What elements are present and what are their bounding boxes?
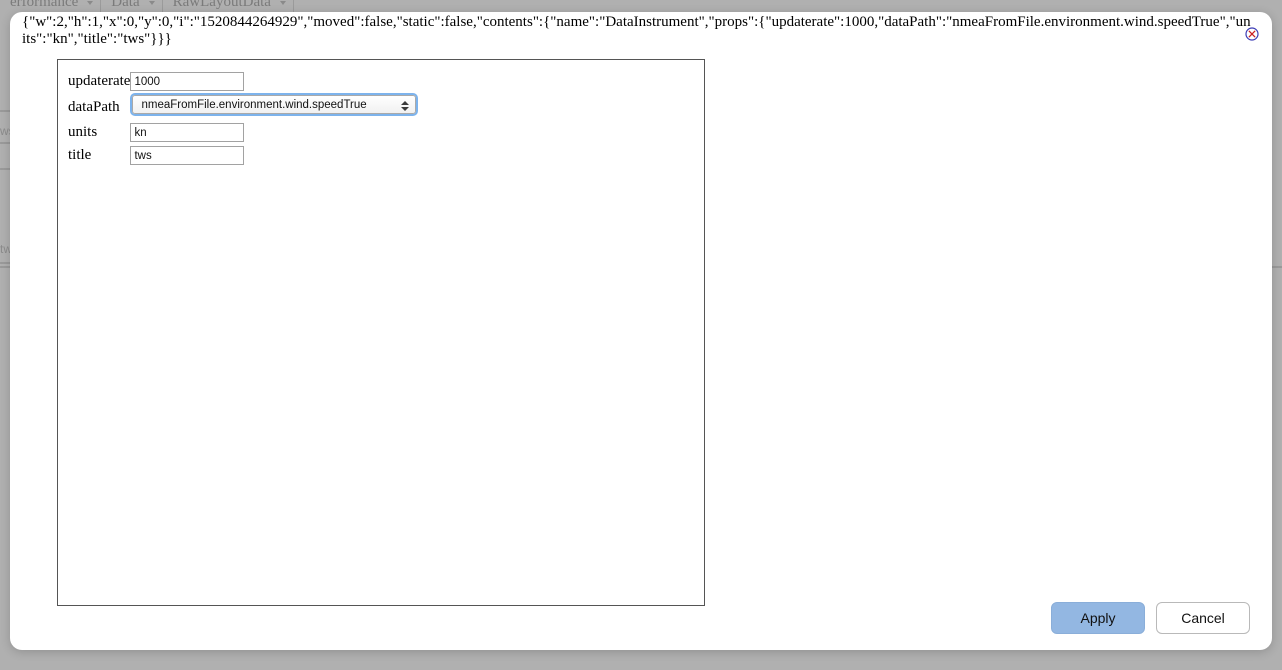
updaterate-cell (130, 70, 418, 93)
units-label: units (68, 124, 98, 140)
datapath-select[interactable]: nmeaFromFile.environment.wind.speedTrue (130, 93, 419, 116)
bg-tab-performance-label: erformance (10, 0, 79, 10)
datapath-cell: nmeaFromFile.environment.wind.speedTrue (130, 93, 419, 121)
form-row-datapath: dataPath nmeaFromFile.environment.wind.s… (68, 93, 419, 121)
chevron-up-icon (400, 100, 409, 105)
settings-modal: {"w":2,"h":1,"x":0,"y":0,"i":"1520844264… (10, 12, 1272, 650)
title-cell (130, 144, 418, 167)
datapath-select-value: nmeaFromFile.environment.wind.speedTrue (141, 98, 367, 111)
properties-form: updaterate dataPath nmeaFromFile.environ… (68, 70, 419, 167)
form-row-units: units (68, 121, 418, 144)
chevron-down-icon (87, 1, 94, 5)
chevron-down-icon (148, 1, 155, 5)
properties-panel: updaterate dataPath nmeaFromFile.environ… (57, 59, 705, 606)
title-field[interactable] (130, 146, 245, 166)
datapath-select-inner: nmeaFromFile.environment.wind.speedTrue (132, 95, 417, 114)
updaterate-label: updaterate (68, 73, 131, 89)
apply-button[interactable]: Apply (1051, 602, 1145, 634)
chevron-down-icon (400, 106, 409, 111)
raw-layout-json: {"w":2,"h":1,"x":0,"y":0,"i":"1520844264… (22, 14, 1251, 47)
modal-footer: Apply Cancel (1051, 602, 1250, 634)
bg-tab-data-label: Data (111, 0, 140, 10)
title-label: title (68, 147, 92, 163)
updaterate-field[interactable] (130, 72, 245, 92)
units-field[interactable] (130, 123, 245, 143)
cancel-button[interactable]: Cancel (1156, 602, 1250, 634)
stepper-arrows-icon[interactable] (400, 98, 409, 113)
datapath-label: dataPath (68, 98, 120, 115)
bg-tab-rawlayoutdata-label: RawLayoutData (172, 0, 271, 10)
form-row-updaterate: updaterate (68, 70, 418, 93)
chevron-down-icon (279, 1, 286, 5)
units-cell (130, 121, 418, 144)
form-row-title: title (68, 144, 418, 167)
